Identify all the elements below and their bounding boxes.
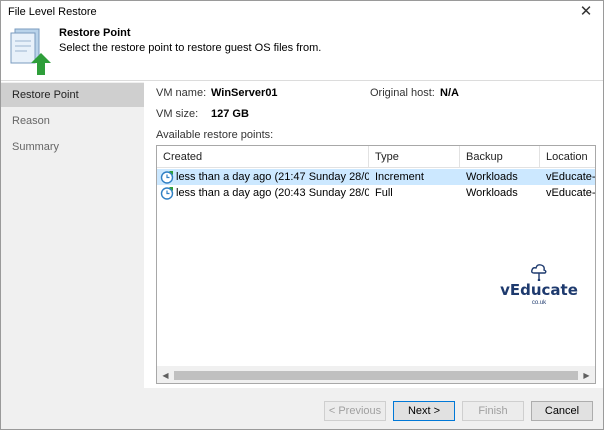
vm-name-label: VM name: [156, 87, 207, 99]
cell-type: Increment [375, 171, 424, 183]
title-bar: File Level Restore ✕ [1, 1, 603, 23]
cell-location: vEducate-A [546, 187, 595, 199]
veducate-watermark-logo: vEducate co.uk [499, 263, 579, 311]
vm-name-value: WinServer01 [211, 87, 278, 99]
scroll-right-arrow-icon[interactable]: ▶ [578, 367, 595, 383]
column-location[interactable]: Location [540, 146, 595, 168]
cancel-button[interactable]: Cancel [531, 401, 593, 421]
sidebar-item-summary[interactable]: Summary [1, 135, 144, 159]
restore-points-label: Available restore points: [156, 129, 274, 141]
finish-button[interactable]: Finish [462, 401, 524, 421]
cell-created: less than a day ago (21:47 Sunday 28/06/… [176, 171, 369, 183]
vm-size-value: 127 GB [211, 108, 249, 120]
sidebar-item-reason[interactable]: Reason [1, 109, 144, 133]
wizard-steps-sidebar: Restore Point Reason Summary [1, 82, 144, 388]
sidebar-item-restore-point[interactable]: Restore Point [1, 83, 144, 107]
watermark-subtext: co.uk [531, 300, 547, 306]
page-title: Restore Point [59, 27, 131, 39]
file-level-restore-window: File Level Restore ✕ Restore Point Selec… [0, 0, 604, 430]
window-title: File Level Restore [8, 6, 97, 18]
next-button[interactable]: Next > [393, 401, 455, 421]
list-item[interactable]: less than a day ago (21:47 Sunday 28/06/… [157, 169, 595, 185]
original-host-value: N/A [440, 87, 459, 99]
cell-created: less than a day ago (20:43 Sunday 28/06/… [176, 187, 369, 199]
wizard-footer: < Previous Next > Finish Cancel [1, 388, 603, 429]
cell-backup: Workloads [466, 171, 518, 183]
list-item[interactable]: less than a day ago (20:43 Sunday 28/06/… [157, 185, 595, 201]
column-created[interactable]: Created [157, 146, 369, 168]
vm-size-label: VM size: [156, 108, 199, 120]
scroll-left-arrow-icon[interactable]: ◀ [157, 367, 174, 383]
wizard-header: Restore Point Select the restore point t… [1, 23, 603, 81]
close-icon[interactable]: ✕ [577, 3, 595, 21]
horizontal-scrollbar[interactable]: ◀ ▶ [157, 366, 595, 383]
restore-point-content: VM name: WinServer01 Original host: N/A … [144, 82, 603, 388]
cloud-network-icon [531, 264, 547, 281]
watermark-text: vEducate [500, 281, 578, 299]
scrollbar-thumb[interactable] [174, 371, 578, 380]
cell-type: Full [375, 187, 393, 199]
page-subtitle: Select the restore point to restore gues… [59, 42, 322, 54]
list-header: Created Type Backup Location [157, 146, 595, 168]
column-type[interactable]: Type [369, 146, 460, 168]
previous-button[interactable]: < Previous [324, 401, 386, 421]
cell-location: vEducate-A [546, 171, 595, 183]
column-backup[interactable]: Backup [460, 146, 540, 168]
original-host-label: Original host: [370, 87, 435, 99]
cell-backup: Workloads [466, 187, 518, 199]
restore-document-icon [10, 28, 51, 75]
